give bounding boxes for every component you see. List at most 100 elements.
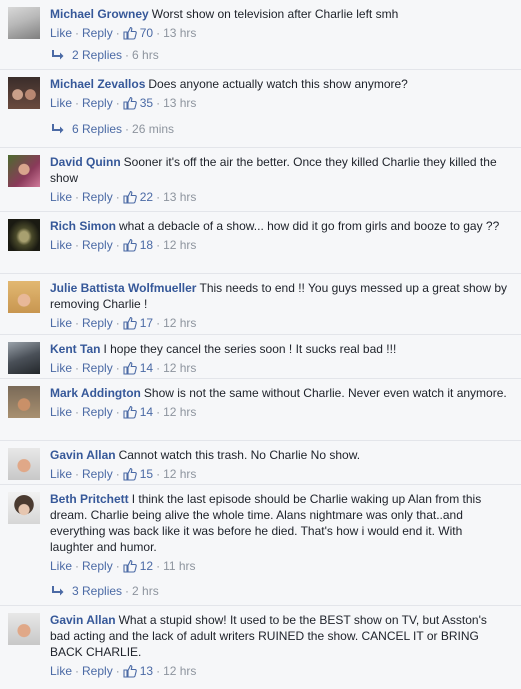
like-button[interactable]: Like — [50, 96, 72, 110]
avatar[interactable] — [8, 613, 40, 645]
like-count[interactable]: 12 — [123, 559, 153, 573]
reply-button[interactable]: Reply — [82, 190, 113, 204]
reply-button[interactable]: Reply — [82, 664, 113, 678]
comment-author[interactable]: Kent Tan — [50, 342, 100, 356]
reply-arrow-icon — [52, 124, 64, 134]
timestamp[interactable]: 12 hrs — [163, 361, 196, 375]
comment-text-block: Julie Battista Wolfmueller This needs to … — [50, 280, 507, 312]
timestamp[interactable]: 12 hrs — [163, 238, 196, 252]
like-count-value: 14 — [139, 405, 154, 419]
like-count-value: 22 — [139, 190, 154, 204]
timestamp[interactable]: 12 hrs — [163, 664, 196, 678]
like-button[interactable]: Like — [50, 405, 72, 419]
like-count-value: 35 — [139, 96, 154, 110]
view-replies-link[interactable]: 6 Replies · 26 mins — [50, 118, 513, 140]
separator-dot: · — [75, 405, 80, 419]
separator-dot: · — [115, 96, 120, 110]
reply-button[interactable]: Reply — [82, 467, 113, 481]
reply-button[interactable]: Reply — [82, 405, 113, 419]
avatar[interactable] — [8, 155, 40, 187]
comment-body: Does anyone actually watch this show any… — [148, 77, 408, 91]
comment-author[interactable]: Gavin Allan — [50, 448, 116, 462]
separator-dot: · — [75, 559, 80, 573]
reply-button[interactable]: Reply — [82, 361, 113, 375]
like-count[interactable]: 14 — [123, 361, 153, 375]
replies-count[interactable]: 3 Replies — [72, 584, 122, 598]
replies-count[interactable]: 2 Replies — [72, 48, 122, 62]
avatar[interactable] — [8, 219, 40, 251]
comment-author[interactable]: David Quinn — [50, 155, 121, 169]
comment-author[interactable]: Mark Addington — [50, 386, 141, 400]
reply-button[interactable]: Reply — [82, 238, 113, 252]
separator-dot: · — [156, 559, 161, 573]
comment-author[interactable]: Beth Pritchett — [50, 492, 129, 506]
separator-dot: · — [115, 664, 120, 678]
timestamp[interactable]: 12 hrs — [163, 316, 196, 330]
like-button[interactable]: Like — [50, 467, 72, 481]
comment-text-block: Gavin Allan What a stupid show! It used t… — [50, 612, 507, 660]
separator-dot: · — [125, 584, 130, 598]
comment-author[interactable]: Michael Growney — [50, 7, 149, 21]
thumbs-up-icon — [123, 190, 137, 204]
like-count[interactable]: 14 — [123, 405, 153, 419]
like-button[interactable]: Like — [50, 26, 72, 40]
like-button[interactable]: Like — [50, 238, 72, 252]
reply-button[interactable]: Reply — [82, 26, 113, 40]
reply-button[interactable]: Reply — [82, 316, 113, 330]
avatar[interactable] — [8, 448, 40, 480]
thumbs-up-icon — [123, 664, 137, 678]
reply-button[interactable]: Reply — [82, 559, 113, 573]
thumbs-up-icon — [123, 316, 137, 330]
like-button[interactable]: Like — [50, 361, 72, 375]
like-button[interactable]: Like — [50, 664, 72, 678]
reply-arrow-icon — [52, 50, 64, 60]
timestamp[interactable]: 13 hrs — [163, 26, 196, 40]
separator-dot: · — [156, 190, 161, 204]
comment-text-block: David Quinn Sooner it's off the air the b… — [50, 154, 507, 186]
thumbs-up-icon — [123, 467, 137, 481]
comment-actions: Like · Reply · 13 · 12 hrs — [50, 660, 513, 682]
comment: Gavin Allan Cannot watch this trash. No C… — [0, 441, 521, 485]
separator-dot: · — [125, 122, 130, 136]
like-button[interactable]: Like — [50, 190, 72, 204]
comment-author[interactable]: Julie Battista Wolfmueller — [50, 281, 196, 295]
timestamp[interactable]: 11 hrs — [163, 559, 195, 573]
avatar[interactable] — [8, 342, 40, 374]
avatar[interactable] — [8, 281, 40, 313]
like-count[interactable]: 35 — [123, 96, 153, 110]
timestamp[interactable]: 13 hrs — [163, 190, 196, 204]
thumbs-up-icon — [123, 559, 137, 573]
timestamp[interactable]: 12 hrs — [163, 467, 196, 481]
like-count[interactable]: 70 — [123, 26, 153, 40]
comment-text-block: Kent Tan I hope they cancel the series so… — [50, 341, 507, 357]
like-button[interactable]: Like — [50, 559, 72, 573]
thumbs-up-icon — [123, 26, 137, 40]
view-replies-link[interactable]: 3 Replies · 2 hrs — [50, 580, 513, 602]
separator-dot: · — [156, 361, 161, 375]
like-count[interactable]: 18 — [123, 238, 153, 252]
timestamp[interactable]: 13 hrs — [163, 96, 196, 110]
comment: Julie Battista Wolfmueller This needs to … — [0, 274, 521, 335]
separator-dot: · — [75, 664, 80, 678]
replies-count[interactable]: 6 Replies — [72, 122, 122, 136]
timestamp[interactable]: 12 hrs — [163, 405, 196, 419]
comment: Michael Zevallos Does anyone actually wat… — [0, 70, 521, 148]
avatar[interactable] — [8, 386, 40, 418]
thumbs-up-icon — [123, 238, 137, 252]
reply-button[interactable]: Reply — [82, 96, 113, 110]
like-count[interactable]: 22 — [123, 190, 153, 204]
comment-text-block: Michael Zevallos Does anyone actually wat… — [50, 76, 507, 92]
like-count[interactable]: 13 — [123, 664, 153, 678]
like-count[interactable]: 17 — [123, 316, 153, 330]
like-count-value: 17 — [139, 316, 154, 330]
avatar[interactable] — [8, 492, 40, 524]
avatar[interactable] — [8, 7, 40, 39]
like-count[interactable]: 15 — [123, 467, 153, 481]
view-replies-link[interactable]: 2 Replies · 6 hrs — [50, 44, 513, 66]
comment-author[interactable]: Michael Zevallos — [50, 77, 145, 91]
comment-text-block: Michael Growney Worst show on television … — [50, 6, 507, 22]
comment-author[interactable]: Gavin Allan — [50, 613, 116, 627]
like-button[interactable]: Like — [50, 316, 72, 330]
avatar[interactable] — [8, 77, 40, 109]
comment-author[interactable]: Rich Simon — [50, 219, 116, 233]
